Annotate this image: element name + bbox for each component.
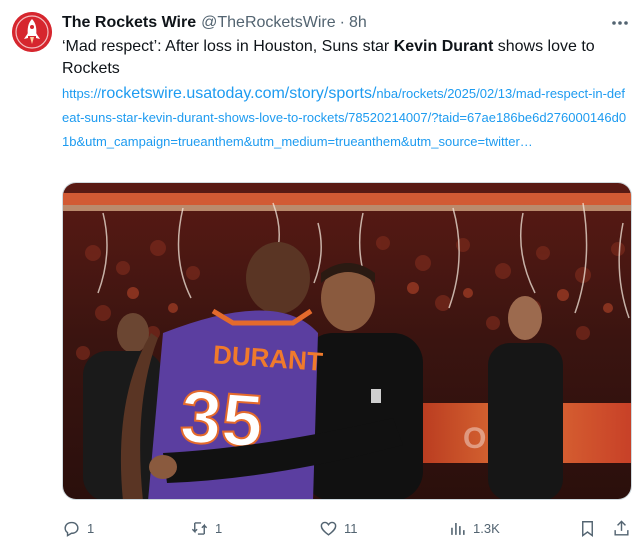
more-button[interactable] [602,12,638,34]
bookmark-icon [582,520,593,537]
tweet-time[interactable]: 8h [349,14,367,32]
link-domain[interactable]: rocketswire.usatoday.com/story/sports/ [101,85,376,102]
author-name[interactable]: The Rockets Wire [62,14,196,32]
share-button[interactable] [612,519,637,538]
reply-button[interactable]: 1 [62,519,94,538]
reply-count: 1 [87,520,95,536]
more-dots-icon [612,21,628,25]
article-link[interactable]: https://rocketswire.usatoday.com/story/s… [62,82,632,154]
views-chart-icon [451,522,465,535]
view-count: 1.3K [473,520,500,536]
tweet-text-start: ‘Mad respect’: After loss in Houston, Su… [62,38,394,55]
photo-suns-rockets-hug: OUN DURANT 35 [63,183,631,499]
tweet-card[interactable]: The Rockets Wire @TheRocketsWire · 8h ‘M… [0,0,640,549]
rockets-wire-logo-icon [12,12,52,52]
retweet-count: 1 [215,520,223,536]
share-icon [614,519,629,536]
retweet-button[interactable]: 1 [190,519,222,538]
views-button[interactable]: 1.3K [448,519,500,538]
heart-icon [320,521,337,536]
like-button[interactable]: 11 [319,519,358,538]
avatar[interactable] [12,12,52,52]
retweet-icon [191,521,208,535]
tweet-actions: 1 1 11 1.3K [62,512,638,544]
link-prefix[interactable]: https:// [62,86,101,101]
bookmark-button[interactable] [578,519,603,538]
tweet-text-bold: Kevin Durant [393,38,494,55]
separator-dot: · [339,14,345,31]
tweet-image[interactable]: OUN DURANT 35 [62,182,632,500]
author-handle[interactable]: @TheRocketsWire [201,14,336,32]
like-count: 11 [344,520,358,536]
reply-icon [64,521,79,537]
tweet-header: The Rockets Wire @TheRocketsWire · 8h [62,12,367,34]
tweet-text: ‘Mad respect’: After loss in Houston, Su… [62,36,632,80]
